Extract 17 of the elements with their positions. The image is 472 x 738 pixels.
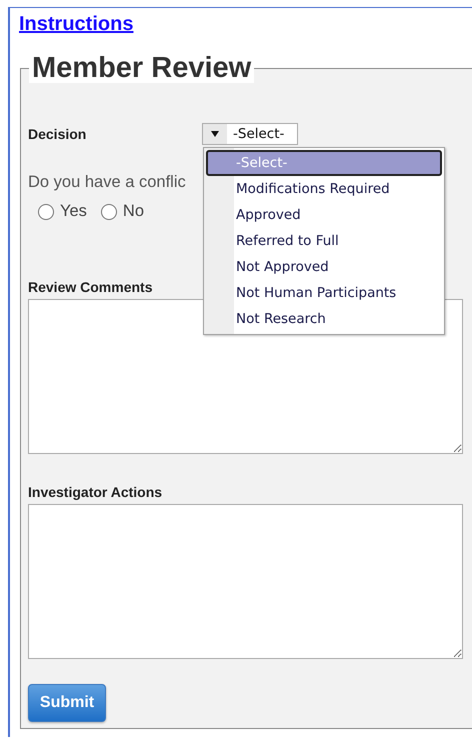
radio-option[interactable]: Yes: [38, 202, 87, 221]
field-label: Review Comments: [28, 279, 152, 295]
dropdown-option[interactable]: Not Research: [206, 306, 442, 332]
instructions-link[interactable]: Instructions: [19, 13, 134, 35]
dropdown-option[interactable]: Referred to Full: [206, 228, 442, 254]
caret-icon: [211, 131, 219, 137]
field-label: Investigator Actions: [28, 484, 162, 500]
form-title: Member Review: [29, 53, 254, 83]
dropdown-option[interactable]: Not Human Participants: [206, 280, 442, 306]
dropdown-option[interactable]: Approved: [206, 202, 442, 228]
field-label: Decision: [28, 126, 88, 142]
submit-button[interactable]: Submit: [28, 684, 106, 722]
decision-select[interactable]: -Select-: [202, 123, 298, 145]
dropdown-option[interactable]: Modifications Required: [206, 176, 442, 202]
dropdown-option[interactable]: Not Approved: [206, 254, 442, 280]
radio-option[interactable]: No: [100, 202, 144, 221]
question-text: Do you have a conflic: [28, 173, 186, 192]
